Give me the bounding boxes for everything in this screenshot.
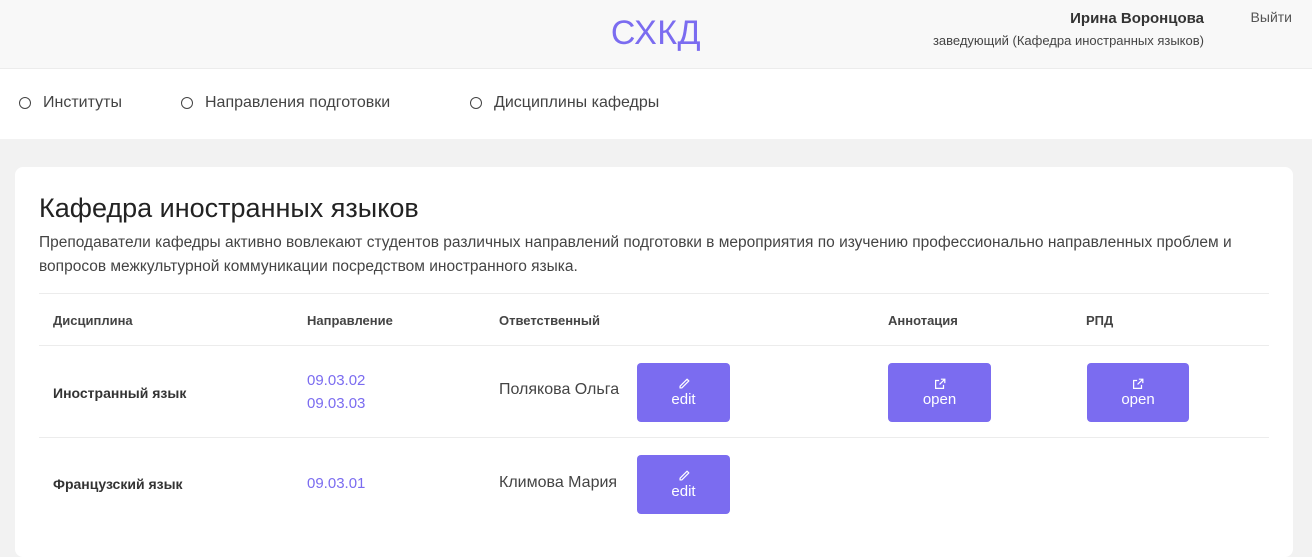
rpd-button-label: open (1121, 391, 1155, 408)
edit-button[interactable]: edit (637, 363, 730, 422)
annotation-open-button[interactable]: open (888, 363, 991, 422)
app-header: СХКД Ирина Воронцова заведующий (Кафедра… (0, 0, 1312, 69)
department-description: Преподаватели кафедры активно вовлекают … (39, 234, 1232, 275)
radio-circle-icon[interactable] (181, 97, 193, 109)
department-title: Кафедра иностранных языков (39, 193, 419, 223)
radio-circle-icon[interactable] (19, 97, 31, 109)
radio-institutes[interactable]: Институты (19, 94, 122, 112)
discipline-name: Французский язык (53, 476, 183, 492)
col-header-discipline: Дисциплина (53, 313, 133, 328)
radio-directions[interactable]: Направления подготовки (181, 94, 390, 112)
direction-link[interactable]: 09.03.02 (307, 370, 365, 392)
discipline-name: Иностранный язык (53, 385, 187, 401)
rpd-open-button[interactable]: open (1087, 363, 1189, 422)
direction-link[interactable]: 09.03.01 (307, 473, 365, 495)
radio-label: Направления подготовки (205, 94, 391, 111)
edit-button-label: edit (671, 391, 696, 408)
annotation-button-label: open (922, 391, 957, 408)
department-card: Кафедра иностранных языков Преподаватели… (15, 167, 1293, 557)
responsible-person: Полякова Ольга (499, 381, 620, 398)
pencil-icon (678, 378, 689, 389)
radio-circle-icon[interactable] (470, 97, 482, 109)
logout-link[interactable]: Выйти (1251, 9, 1292, 25)
col-header-rpd: РПД (1086, 313, 1114, 328)
external-link-icon (934, 378, 945, 389)
responsible-person: Климова Мария (499, 474, 618, 491)
pencil-icon (678, 470, 689, 481)
radio-label: Дисциплины кафедры (494, 94, 660, 111)
divider (39, 437, 1269, 438)
external-link-icon (1133, 378, 1144, 389)
divider (39, 293, 1269, 294)
radio-disciplines[interactable]: Дисциплины кафедры (470, 94, 659, 112)
direction-link[interactable]: 09.03.03 (307, 393, 365, 415)
col-header-responsible: Ответственный (499, 313, 600, 328)
filter-radio-group: Институты Направления подготовки Дисципл… (0, 69, 1312, 139)
col-header-annotation: Аннотация (888, 313, 958, 328)
edit-button[interactable]: edit (637, 455, 730, 514)
radio-label: Институты (43, 94, 122, 111)
edit-button-label: edit (671, 483, 696, 500)
user-name: Ирина Воронцова (1070, 10, 1204, 27)
col-header-direction: Направление (307, 313, 393, 328)
user-role: заведующий (Кафедра иностранных языков) (932, 33, 1204, 48)
divider (39, 345, 1269, 346)
